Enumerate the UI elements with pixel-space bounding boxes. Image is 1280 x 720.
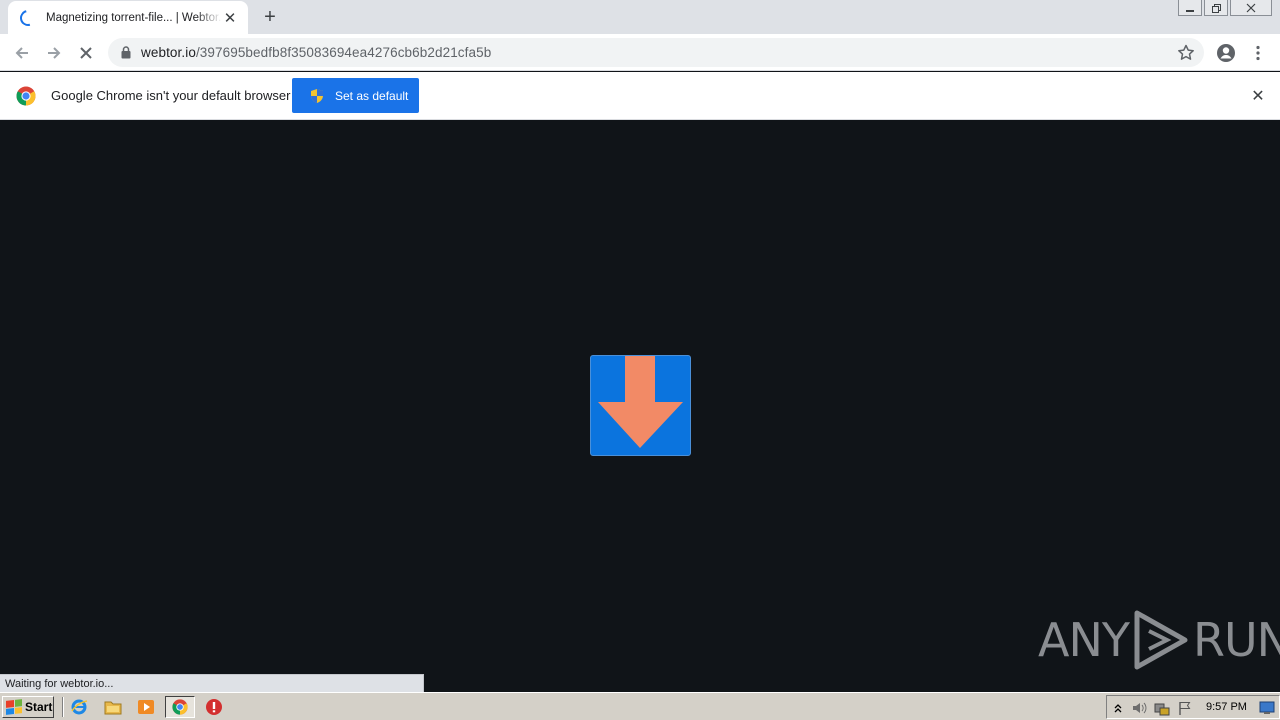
- default-browser-infobar: Google Chrome isn't your default browser…: [0, 72, 1280, 120]
- star-icon[interactable]: [1176, 43, 1196, 63]
- watermark-text-right: RUN: [1192, 613, 1280, 667]
- profile-icon[interactable]: [1214, 41, 1238, 65]
- show-desktop-icon[interactable]: [1259, 700, 1275, 716]
- url-host: webtor.io: [141, 45, 196, 60]
- internet-explorer-icon[interactable]: [70, 698, 88, 716]
- chrome-logo-icon: [16, 86, 36, 106]
- start-button[interactable]: Start: [2, 696, 54, 718]
- tab-title: Magnetizing torrent-file... | Webtor.io: [46, 11, 222, 24]
- anyrun-watermark: ANY RUN: [1038, 609, 1280, 671]
- loading-spinner-icon: [17, 6, 39, 29]
- set-as-default-label: Set as default: [335, 88, 409, 103]
- tray-chevron-icon[interactable]: [1110, 700, 1126, 716]
- set-as-default-button[interactable]: Set as default: [292, 78, 419, 113]
- network-icon[interactable]: [1154, 700, 1170, 716]
- stop-sign-icon[interactable]: [205, 698, 223, 716]
- browser-tab[interactable]: Magnetizing torrent-file... | Webtor.io …: [8, 1, 248, 34]
- address-bar[interactable]: webtor.io/397695bedfb8f35083694ea4276cb6…: [108, 38, 1204, 67]
- folder-icon[interactable]: [104, 698, 122, 716]
- flag-icon[interactable]: [1177, 700, 1193, 716]
- taskbar-separator: [62, 697, 64, 717]
- chrome-icon[interactable]: [165, 696, 195, 718]
- back-arrow-icon[interactable]: [10, 41, 34, 65]
- forward-arrow-icon[interactable]: [42, 41, 66, 65]
- infobar-message: Google Chrome isn't your default browser: [51, 88, 291, 103]
- browser-toolbar: webtor.io/397695bedfb8f35083694ea4276cb6…: [0, 34, 1280, 71]
- tab-strip: Magnetizing torrent-file... | Webtor.io …: [0, 0, 1280, 34]
- menu-icon[interactable]: [1246, 41, 1270, 65]
- volume-icon[interactable]: [1131, 700, 1147, 716]
- close-icon[interactable]: [1230, 0, 1272, 16]
- minimize-icon[interactable]: [1178, 0, 1202, 16]
- restore-icon[interactable]: [1204, 0, 1228, 16]
- tab-close-icon[interactable]: ✕: [222, 10, 238, 27]
- watermark-play-icon: [1134, 610, 1188, 670]
- url-path: /397695bedfb8f35083694ea4276cb6b2d21cfa5…: [195, 45, 492, 60]
- windows-logo-icon: [6, 699, 22, 715]
- page-content: ANY RUN: [0, 121, 1280, 692]
- media-player-icon[interactable]: [137, 698, 155, 716]
- uac-shield-icon: [311, 88, 323, 103]
- new-tab-button[interactable]: +: [258, 6, 282, 28]
- download-arrow-icon: [590, 355, 691, 456]
- start-label: Start: [25, 700, 53, 714]
- status-bubble: Waiting for webtor.io...: [0, 674, 424, 692]
- lock-icon: [121, 46, 131, 59]
- window-controls: [1178, 0, 1272, 18]
- stop-loading-icon[interactable]: [74, 41, 98, 65]
- windows-taskbar: Start 9:57 PM: [0, 692, 1280, 720]
- taskbar-clock[interactable]: 9:57 PM: [1206, 701, 1247, 713]
- infobar-close-icon[interactable]: ✕: [1250, 88, 1266, 105]
- watermark-text-left: ANY: [1038, 613, 1130, 667]
- url-text: webtor.io/397695bedfb8f35083694ea4276cb6…: [141, 45, 491, 60]
- system-tray: 9:57 PM: [1106, 695, 1280, 719]
